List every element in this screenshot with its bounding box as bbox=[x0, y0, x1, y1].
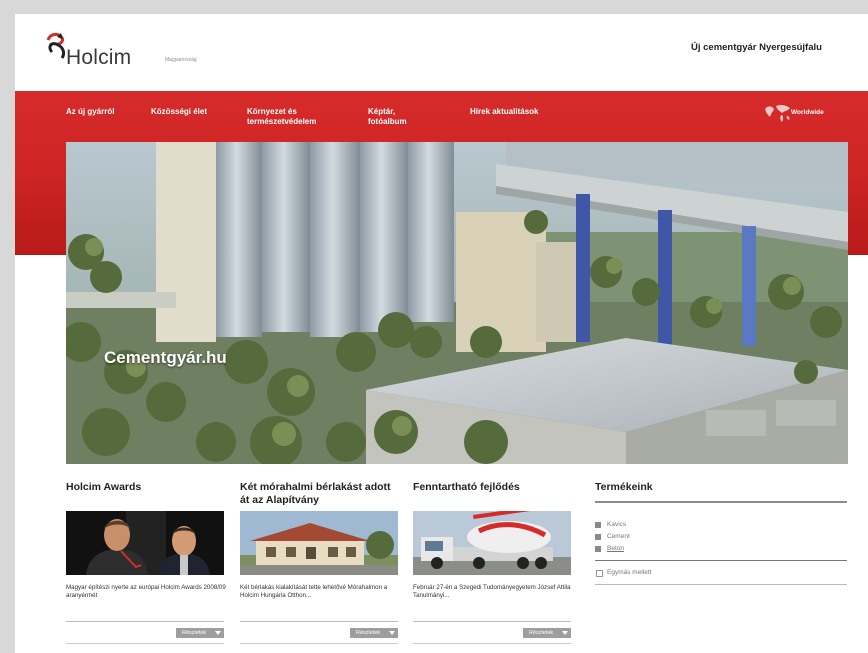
nav-item-hirek[interactable]: Hírek aktualitások bbox=[470, 107, 540, 117]
cement-truck-photo bbox=[413, 511, 571, 575]
worldwide-link[interactable]: Worldwide bbox=[763, 101, 853, 129]
bullet-square-icon bbox=[595, 546, 601, 552]
compare-checkbox[interactable]: Egymás mellett bbox=[595, 569, 847, 577]
divider bbox=[413, 643, 571, 644]
more-button[interactable]: Részletek bbox=[523, 628, 571, 638]
bullet-square-icon bbox=[595, 534, 601, 540]
more-button[interactable]: Részletek bbox=[350, 628, 398, 638]
product-item-kavics[interactable]: Kavics bbox=[595, 519, 847, 531]
product-label: Kavics bbox=[607, 521, 627, 528]
compare-label: Egymás mellett bbox=[607, 569, 652, 576]
nav-item-kozossegi-elet[interactable]: Közösségi élet bbox=[151, 107, 241, 117]
checkbox-icon bbox=[596, 570, 603, 577]
product-label: Beton bbox=[607, 545, 624, 552]
news-title[interactable]: Holcim Awards bbox=[66, 481, 224, 509]
worldwide-label: Worldwide bbox=[791, 109, 824, 116]
divider bbox=[66, 621, 224, 622]
divider bbox=[413, 621, 571, 622]
award-winners-photo bbox=[66, 511, 224, 575]
news-excerpt: Két bérlakás kialakítását tette lehetővé… bbox=[240, 584, 388, 599]
page-frame: Holcim Magyarország Új cementgyár Nyerge… bbox=[15, 14, 868, 653]
product-label: Cement bbox=[607, 533, 630, 540]
news-image-awards[interactable] bbox=[66, 511, 224, 575]
product-item-beton[interactable]: Beton bbox=[595, 543, 847, 555]
bullet-square-icon bbox=[595, 522, 601, 528]
house-photo bbox=[240, 511, 398, 575]
world-map-icon bbox=[765, 104, 790, 122]
news-excerpt: Február 27-én a Szegedi Tudományegyetem … bbox=[413, 584, 571, 599]
divider bbox=[595, 560, 847, 561]
news-column-berlakas: Két mórahalmi bérlakást adott át az Alap… bbox=[240, 481, 398, 644]
country-label: Magyarország bbox=[165, 57, 197, 63]
holcim-logo[interactable]: Holcim bbox=[44, 32, 144, 78]
news-title[interactable]: Két mórahalmi bérlakást adott át az Alap… bbox=[240, 481, 398, 509]
news-image-truck[interactable] bbox=[413, 511, 571, 575]
products-title: Termékeink bbox=[595, 481, 653, 493]
divider bbox=[240, 643, 398, 644]
divider bbox=[595, 584, 847, 585]
divider bbox=[595, 501, 847, 503]
more-button[interactable]: Részletek bbox=[176, 628, 224, 638]
news-image-house[interactable] bbox=[240, 511, 398, 575]
site-tagline: Új cementgyár Nyergesújfalu bbox=[691, 42, 822, 53]
nav-item-keptar[interactable]: Képtár, fotóalbum bbox=[368, 107, 428, 127]
cement-plant-model-image bbox=[66, 142, 848, 464]
nav-item-az-uj-gyarrol[interactable]: Az új gyárról bbox=[66, 107, 146, 117]
product-item-cement[interactable]: Cement bbox=[595, 531, 847, 543]
products-list: Kavics Cement Beton bbox=[595, 519, 847, 555]
logo-text: Holcim bbox=[66, 46, 132, 69]
news-title[interactable]: Fenntartható fejlődés bbox=[413, 481, 571, 509]
products-panel: Termékeink Kavics Cement Beton Egymás me… bbox=[595, 481, 847, 585]
hero-title: Cementgyár.hu bbox=[104, 348, 227, 367]
divider bbox=[66, 643, 224, 644]
news-column-fenntarthato: Fenntartható fejlődés Február 27-én a Sz… bbox=[413, 481, 571, 644]
hero-banner: Cementgyár.hu bbox=[66, 142, 848, 464]
news-column-holcim-awards: Holcim Awards Magyar építészi nyerte az … bbox=[66, 481, 226, 644]
divider bbox=[240, 621, 398, 622]
nav-item-kornyezet[interactable]: Környezet és természetvédelem bbox=[247, 107, 337, 127]
news-excerpt: Magyar építészi nyerte az európai Holcim… bbox=[66, 584, 226, 599]
